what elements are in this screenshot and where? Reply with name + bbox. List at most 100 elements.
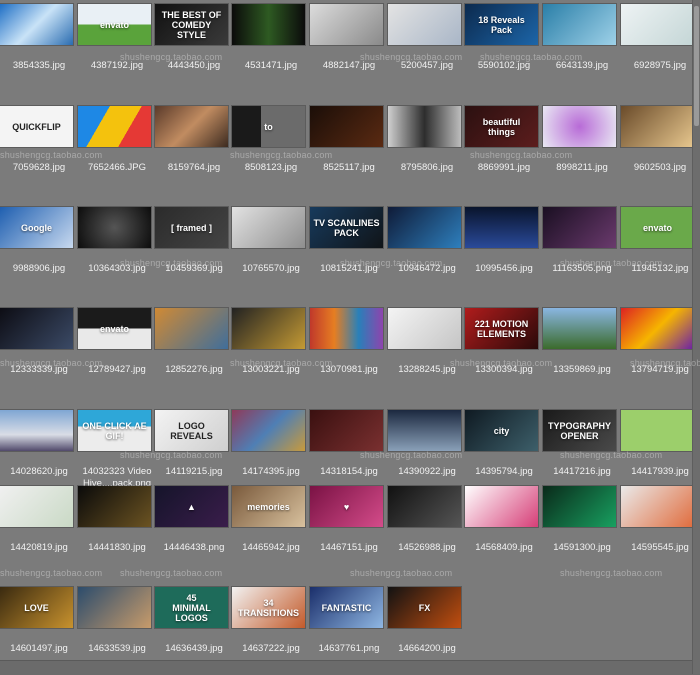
- file-thumbnail[interactable]: THE BEST OF COMEDY STYLE: [155, 4, 228, 45]
- file-thumbnail[interactable]: [465, 486, 538, 527]
- file-thumbnail[interactable]: to: [232, 106, 305, 147]
- file-tile[interactable]: FX 14664200.jpg: [388, 587, 466, 655]
- file-thumbnail[interactable]: [155, 106, 228, 147]
- file-thumbnail[interactable]: Google: [0, 207, 73, 248]
- file-thumbnail[interactable]: [543, 308, 616, 349]
- file-thumbnail[interactable]: LOGO REVEALS: [155, 410, 228, 451]
- file-thumbnail[interactable]: FANTASTIC: [310, 587, 383, 628]
- file-tile[interactable]: 45 MINIMAL LOGOS 14636439.jpg: [155, 587, 233, 655]
- file-thumbnail[interactable]: [621, 308, 694, 349]
- file-thumbnail[interactable]: [543, 207, 616, 248]
- file-tile[interactable]: 14420819.jpg: [0, 486, 78, 554]
- file-tile[interactable]: 14591300.jpg: [543, 486, 621, 554]
- vertical-scrollbar[interactable]: [692, 0, 700, 674]
- file-thumbnail[interactable]: LOVE: [0, 587, 73, 628]
- file-thumbnail[interactable]: TV SCANLINES PACK: [310, 207, 383, 248]
- file-thumbnail[interactable]: [465, 207, 538, 248]
- file-thumbnail[interactable]: [310, 4, 383, 45]
- file-tile[interactable]: 34 TRANSITIONS 14637222.jpg: [232, 587, 310, 655]
- file-thumbnail[interactable]: [0, 4, 73, 45]
- file-tile[interactable]: LOGO REVEALS 14119215.jpg: [155, 410, 233, 478]
- file-tile[interactable]: 8998211.jpg: [543, 106, 621, 174]
- file-tile[interactable]: 10765570.jpg: [232, 207, 310, 275]
- file-tile[interactable]: 8159764.jpg: [155, 106, 233, 174]
- file-thumbnail[interactable]: [388, 486, 461, 527]
- file-tile[interactable]: QUICKFLIP 7059628.jpg: [0, 106, 78, 174]
- file-thumbnail[interactable]: [388, 106, 461, 147]
- file-thumbnail[interactable]: [310, 106, 383, 147]
- file-tile[interactable]: 14174395.jpg: [232, 410, 310, 478]
- file-thumbnail[interactable]: [78, 587, 151, 628]
- file-tile[interactable]: beautiful things 8869991.jpg: [465, 106, 543, 174]
- file-thumbnail[interactable]: envato: [78, 308, 151, 349]
- file-tile[interactable]: FANTASTIC 14637761.png: [310, 587, 388, 655]
- file-thumbnail[interactable]: [621, 410, 694, 451]
- file-thumbnail[interactable]: ♥: [310, 486, 383, 527]
- file-thumbnail[interactable]: 221 MOTION ELEMENTS: [465, 308, 538, 349]
- file-tile[interactable]: 14595545.jpg: [621, 486, 699, 554]
- file-thumbnail[interactable]: [0, 486, 73, 527]
- file-thumbnail[interactable]: [543, 486, 616, 527]
- file-tile[interactable]: 14526988.jpg: [388, 486, 466, 554]
- file-thumbnail[interactable]: ONE CLICK AE GIF!: [78, 410, 151, 451]
- file-thumbnail[interactable]: [232, 4, 305, 45]
- file-thumbnail[interactable]: [232, 308, 305, 349]
- file-thumbnail[interactable]: [232, 207, 305, 248]
- file-tile[interactable]: 14417939.jpg: [621, 410, 699, 478]
- file-thumbnail[interactable]: [543, 106, 616, 147]
- file-thumbnail[interactable]: beautiful things: [465, 106, 538, 147]
- file-thumbnail[interactable]: 45 MINIMAL LOGOS: [155, 587, 228, 628]
- file-thumbnail[interactable]: [621, 4, 694, 45]
- file-tile[interactable]: 14390922.jpg: [388, 410, 466, 478]
- file-thumbnail[interactable]: [388, 4, 461, 45]
- file-thumbnail[interactable]: [78, 207, 151, 248]
- file-tile[interactable]: 7652466.JPG: [78, 106, 156, 174]
- file-thumbnail[interactable]: city: [465, 410, 538, 451]
- file-tile[interactable]: TYPOGRAPHY OPENER 14417216.jpg: [543, 410, 621, 478]
- file-tile[interactable]: 14568409.jpg: [465, 486, 543, 554]
- file-thumbnail[interactable]: [310, 308, 383, 349]
- file-thumbnail[interactable]: FX: [388, 587, 461, 628]
- file-thumbnail[interactable]: envato: [621, 207, 694, 248]
- file-tile[interactable]: ♥ 14467151.jpg: [310, 486, 388, 554]
- file-tile[interactable]: LOVE 14601497.jpg: [0, 587, 78, 655]
- file-thumbnail[interactable]: [155, 308, 228, 349]
- file-thumbnail[interactable]: [78, 106, 151, 147]
- file-thumbnail[interactable]: [543, 4, 616, 45]
- file-tile[interactable]: 9602503.jpg: [621, 106, 699, 174]
- file-tile[interactable]: 8795806.jpg: [388, 106, 466, 174]
- file-tile[interactable]: 14441830.jpg: [78, 486, 156, 554]
- file-thumbnail[interactable]: [0, 308, 73, 349]
- file-thumbnail[interactable]: [78, 486, 151, 527]
- file-tile[interactable]: 14318154.jpg: [310, 410, 388, 478]
- file-thumbnail[interactable]: [0, 410, 73, 451]
- file-tile[interactable]: 8525117.jpg: [310, 106, 388, 174]
- file-thumbnail[interactable]: 34 TRANSITIONS: [232, 587, 305, 628]
- file-thumbnail[interactable]: 18 Reveals Pack: [465, 4, 538, 45]
- file-thumbnail[interactable]: [ framed ]: [155, 207, 228, 248]
- file-tile[interactable]: 3854335.jpg: [0, 4, 78, 72]
- file-tile[interactable]: city 14395794.jpg: [465, 410, 543, 478]
- file-thumbnail[interactable]: [621, 106, 694, 147]
- file-tile[interactable]: 4531471.jpg: [232, 4, 310, 72]
- file-thumbnail[interactable]: [310, 410, 383, 451]
- file-thumbnail[interactable]: [232, 410, 305, 451]
- file-tile[interactable]: ▲ 14446438.png: [155, 486, 233, 554]
- file-thumbnail[interactable]: [388, 207, 461, 248]
- file-tile[interactable]: 13359869.jpg: [543, 308, 621, 376]
- file-thumbnail[interactable]: envato: [78, 4, 151, 45]
- file-tile[interactable]: 6928975.jpg: [621, 4, 699, 72]
- file-tile[interactable]: 12852276.jpg: [155, 308, 233, 376]
- file-thumbnail[interactable]: [621, 486, 694, 527]
- file-tile[interactable]: Google 9988906.jpg: [0, 207, 78, 275]
- file-thumbnail[interactable]: ▲: [155, 486, 228, 527]
- file-thumbnail[interactable]: [388, 410, 461, 451]
- file-tile[interactable]: 14028620.jpg: [0, 410, 78, 478]
- scrollbar-thumb[interactable]: [694, 6, 699, 126]
- file-tile[interactable]: 14633539.jpg: [78, 587, 156, 655]
- file-thumbnail[interactable]: TYPOGRAPHY OPENER: [543, 410, 616, 451]
- file-tile[interactable]: 10995456.jpg: [465, 207, 543, 275]
- file-tile[interactable]: to 8508123.jpg: [232, 106, 310, 174]
- file-thumbnail[interactable]: QUICKFLIP: [0, 106, 73, 147]
- file-thumbnail[interactable]: memories: [232, 486, 305, 527]
